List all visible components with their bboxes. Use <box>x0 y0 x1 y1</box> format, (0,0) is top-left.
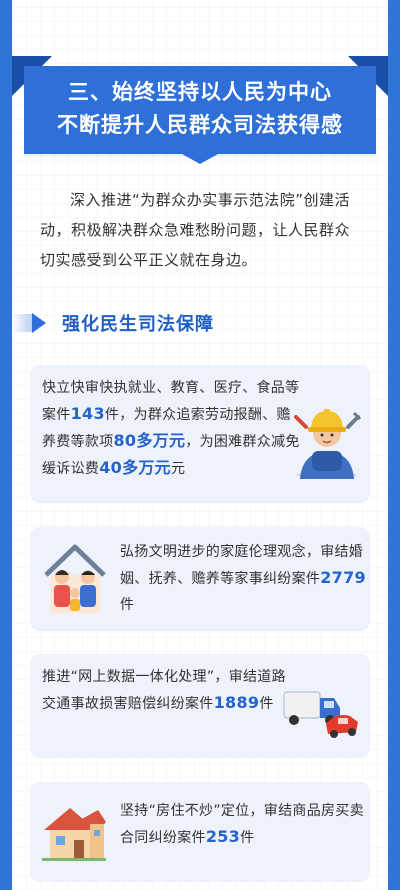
info-card-housing: 坚持“房住不炒”定位，审结商品房买卖合同纠纷案件253件 <box>30 782 370 882</box>
title-line-2: 不断提升人民群众司法获得感 <box>57 113 343 137</box>
card-text: 推进“网上数据一体化处理”，审结道路交通事故损害赔偿纠纷案件1889件 <box>42 664 294 717</box>
card-text-part: 元 <box>170 461 186 477</box>
card-text: 坚持“房住不炒”定位，审结商品房买卖合同纠纷案件253件 <box>120 798 370 851</box>
title-banner: 三、始终坚持以人民为中心 不断提升人民群众司法获得感 <box>24 66 376 164</box>
card-text-part: 件 <box>120 597 135 613</box>
highlight-number: 1889 <box>213 693 260 712</box>
car-accident-icon <box>283 691 358 738</box>
arrow-marker-icon <box>12 312 52 334</box>
highlight-number: 40多万元 <box>99 458 171 477</box>
card-text: 快立快审快执就业、教育、医疗、食品等案件143件，为群众追索劳动报酬、赡养费等款… <box>42 375 300 482</box>
banner-notch <box>182 154 218 164</box>
info-card-family: 弘扬文明进步的家庭伦理观念，审结婚姻、抚养、赡养等家事纠纷案件2779件 <box>30 527 370 631</box>
section-heading: 强化民生司法保障 <box>12 310 214 336</box>
info-card-labor: 快立快审快执就业、教育、医疗、食品等案件143件，为群众追索劳动报酬、赡养费等款… <box>30 365 370 503</box>
info-card-traffic: 推进“网上数据一体化处理”，审结道路交通事故损害赔偿纠纷案件1889件 <box>30 654 370 758</box>
house-icon <box>42 808 106 861</box>
highlight-number: 143 <box>70 404 105 423</box>
section-heading-label: 强化民生司法保障 <box>62 314 214 335</box>
card-text: 弘扬文明进步的家庭伦理观念，审结婚姻、抚养、赡养等家事纠纷案件2779件 <box>120 539 370 618</box>
highlight-number: 253 <box>205 827 241 846</box>
card-text-part: 件 <box>240 830 255 846</box>
title-line-1: 三、始终坚持以人民为中心 <box>68 80 332 104</box>
card-text-part: 件 <box>259 696 274 712</box>
highlight-number: 80多万元 <box>113 431 186 450</box>
highlight-number: 2779 <box>320 568 366 587</box>
worker-icon <box>294 409 362 479</box>
family-house-icon <box>44 544 106 613</box>
intro-paragraph: 深入推进“为群众办实事示范法院”创建活动，积极解决群众急难愁盼问题，让人民群众切… <box>40 191 351 269</box>
